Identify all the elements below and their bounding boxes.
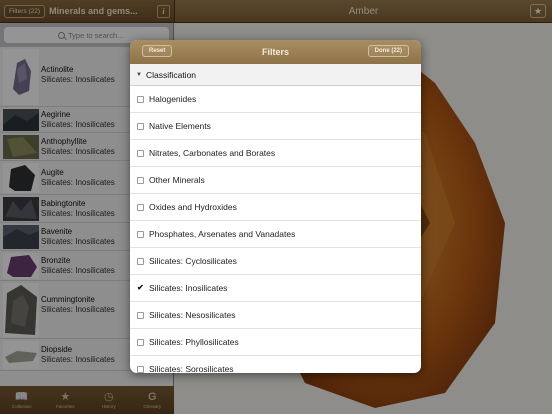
checkbox[interactable] [137, 365, 144, 373]
checkmark-icon[interactable]: ✔ [137, 283, 144, 292]
filter-option[interactable]: Silicates: Phyllosilicates [130, 329, 421, 356]
done-button[interactable]: Done (22) [367, 45, 409, 57]
filter-option[interactable]: Native Elements [130, 113, 421, 140]
checkbox[interactable] [137, 149, 144, 157]
reset-button[interactable]: Reset [142, 45, 173, 57]
filters-popover: Reset Filters Done (22) ▼ Classification… [130, 40, 421, 373]
filter-option[interactable]: Other Minerals [130, 167, 421, 194]
filter-option-label: Silicates: Cyclosilicates [149, 256, 237, 266]
filter-option-label: Silicates: Phyllosilicates [149, 337, 239, 347]
filter-option[interactable]: Oxides and Hydroxides [130, 194, 421, 221]
filters-title: Filters [261, 47, 289, 57]
filters-header: Reset Filters Done (22) [130, 40, 421, 64]
filter-option[interactable]: Phosphates, Arsenates and Vanadates [130, 221, 421, 248]
filter-option[interactable]: ✔ Silicates: Inosilicates [130, 275, 421, 302]
checkbox[interactable] [137, 338, 144, 346]
filter-option[interactable]: Silicates: Nesosilicates [130, 302, 421, 329]
filter-option[interactable]: Nitrates, Carbonates and Borates [130, 140, 421, 167]
filter-option[interactable]: Silicates: Sorosilicates [130, 356, 421, 373]
checkbox[interactable] [137, 95, 144, 103]
filter-option-label: Phosphates, Arsenates and Vanadates [149, 229, 296, 239]
checkbox[interactable] [137, 257, 144, 265]
checkbox[interactable] [137, 311, 144, 319]
filter-option[interactable]: Silicates: Cyclosilicates [130, 248, 421, 275]
section-title: Classification [145, 69, 197, 80]
filter-options-list: Halogenides Native Elements Nitrates, Carb… [130, 86, 421, 373]
filter-option-label: Native Elements [149, 121, 211, 131]
filter-option[interactable]: Halogenides [130, 86, 421, 113]
checkbox[interactable] [137, 122, 144, 130]
filter-option-label: Silicates: Nesosilicates [149, 310, 236, 320]
filter-option-label: Silicates: Inosilicates [149, 283, 228, 293]
filter-option-label: Silicates: Sorosilicates [149, 364, 234, 373]
classification-section-header[interactable]: ▼ Classification [130, 64, 421, 86]
checkbox[interactable] [137, 176, 144, 184]
chevron-down-icon: ▼ [136, 71, 142, 78]
checkbox[interactable] [137, 230, 144, 238]
filter-option-label: Other Minerals [149, 175, 205, 185]
filter-option-label: Nitrates, Carbonates and Borates [149, 148, 276, 158]
filter-option-label: Halogenides [149, 94, 197, 104]
filter-option-label: Oxides and Hydroxides [149, 202, 237, 212]
checkbox[interactable] [137, 203, 144, 211]
